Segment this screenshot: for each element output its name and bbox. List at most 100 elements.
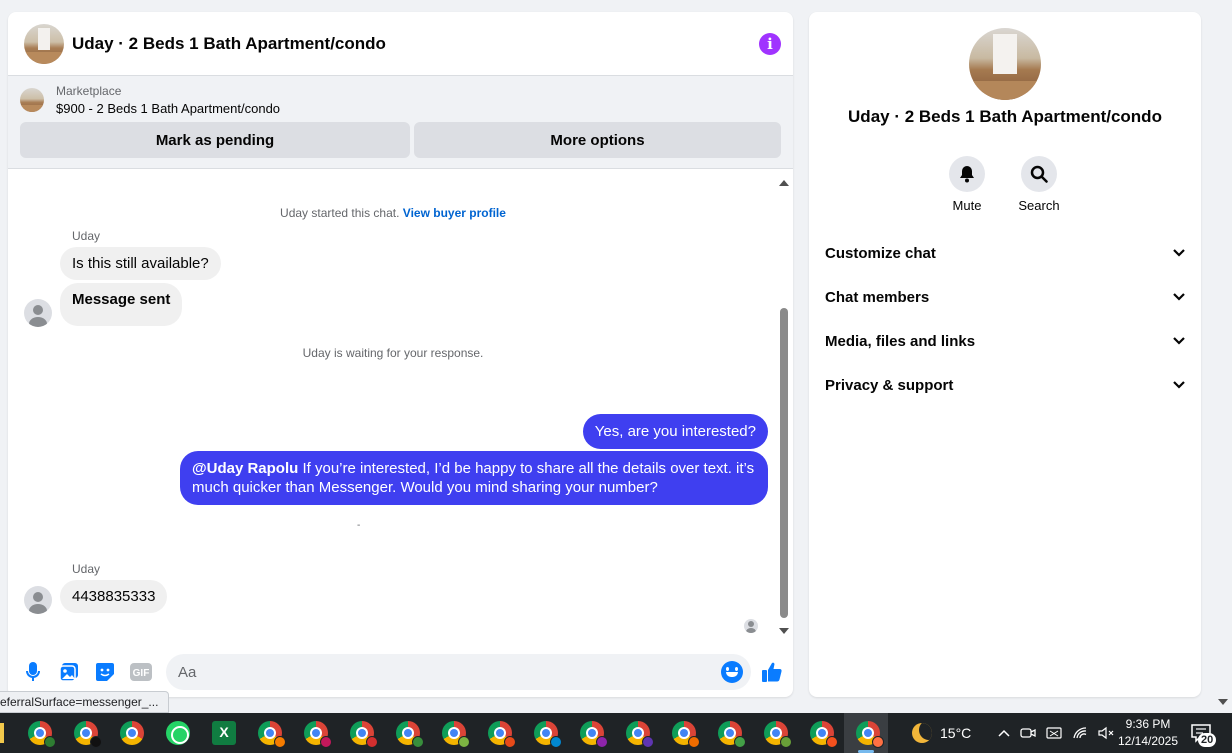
chat-title: Uday · 2 Beds 1 Bath Apartment/condo	[72, 33, 386, 53]
chat-started-notice: Uday started this chat. View buyer profi…	[8, 206, 778, 220]
chrome-icon[interactable]	[580, 721, 608, 748]
chrome-icon[interactable]	[442, 721, 470, 748]
composer: GIF Aa	[8, 647, 793, 697]
chrome-icon[interactable]	[764, 721, 792, 748]
chrome-icon[interactable]	[258, 721, 286, 748]
scroll-down-arrow[interactable]	[779, 628, 789, 634]
section-customize-chat[interactable]: Customize chat	[825, 231, 1185, 275]
profile-badge-icon	[780, 736, 792, 748]
sender-avatar[interactable]	[24, 586, 52, 614]
chrome-icon[interactable]	[350, 721, 378, 748]
search-button[interactable]: Search	[1003, 156, 1075, 213]
profile-badge-icon	[734, 736, 746, 748]
message-scrollbar[interactable]	[777, 176, 789, 634]
sender-avatar[interactable]	[24, 299, 52, 327]
section-chat-members[interactable]: Chat members	[825, 275, 1185, 319]
sticker-icon[interactable]	[94, 661, 116, 683]
chrome-icon[interactable]	[626, 721, 654, 748]
chrome-icon[interactable]	[396, 721, 424, 748]
chrome-icon[interactable]	[120, 721, 144, 745]
listing-avatar-large	[969, 28, 1041, 100]
chrome-icon[interactable]	[488, 721, 516, 748]
chrome-icon[interactable]	[28, 721, 56, 748]
message-list: Uday started this chat. View buyer profi…	[8, 176, 778, 646]
info-title: Uday · 2 Beds 1 Bath Apartment/condo	[848, 107, 1162, 126]
emoji-icon[interactable]	[721, 661, 743, 683]
outgoing-message[interactable]: Yes, are you interested?	[582, 414, 768, 449]
chat-header: Uday · 2 Beds 1 Bath Apartment/condo i	[8, 12, 793, 76]
temperature: 15°C	[940, 725, 972, 741]
chrome-icon[interactable]	[810, 721, 838, 748]
mute-label: Mute	[952, 198, 982, 213]
typing-separator: -	[357, 520, 361, 531]
waiting-notice: Uday is waiting for your response.	[302, 346, 484, 360]
section-label: Customize chat	[825, 244, 936, 262]
incoming-message[interactable]: 4438835333	[60, 580, 168, 613]
sender-name: Uday	[72, 229, 101, 243]
status-url-tooltip: eferralSurface=messenger_...	[0, 691, 170, 713]
clock[interactable]: 9:36 PM 12/14/2025	[1112, 716, 1184, 750]
seen-indicator-avatar	[744, 619, 758, 633]
search-label: Search	[1018, 198, 1060, 213]
windows-taskbar: X 15°C 9:36 PM 12/14/2025 20	[0, 713, 1232, 753]
scroll-up-arrow[interactable]	[779, 180, 789, 186]
gif-icon[interactable]: GIF	[130, 661, 152, 683]
profile-badge-icon	[688, 736, 700, 748]
chevron-up-icon[interactable]	[998, 729, 1010, 737]
chrome-icon[interactable]	[672, 721, 700, 748]
profile-badge-icon	[274, 736, 286, 748]
profile-badge-icon	[90, 736, 102, 748]
incoming-message[interactable]: Is this still available?	[60, 247, 221, 280]
search-icon	[1021, 156, 1057, 192]
weather-widget[interactable]: 15°C	[912, 713, 971, 753]
chevron-down-icon	[1173, 337, 1185, 345]
view-buyer-profile-link[interactable]: View buyer profile	[403, 206, 506, 220]
time: 9:36 PM	[1125, 717, 1171, 731]
profile-badge-icon	[826, 736, 838, 748]
date: 12/14/2025	[1117, 734, 1179, 748]
language-icon[interactable]	[1046, 726, 1062, 740]
moon-icon	[912, 723, 932, 743]
chrome-icon[interactable]	[304, 721, 332, 748]
chat-panel: Uday · 2 Beds 1 Bath Apartment/condo i M…	[8, 12, 793, 697]
chevron-down-icon	[1173, 249, 1185, 257]
more-options-button[interactable]: More options	[414, 122, 781, 158]
notification-count-badge: 20	[1198, 733, 1217, 747]
chrome-icon-active[interactable]	[856, 721, 884, 748]
section-media-files-links[interactable]: Media, files and links	[825, 319, 1185, 363]
listing-avatar[interactable]	[24, 23, 64, 64]
page-scroll-down-arrow[interactable]	[1218, 699, 1228, 705]
microphone-icon[interactable]	[22, 661, 44, 683]
chrome-icon[interactable]	[534, 721, 562, 748]
message-input[interactable]: Aa	[166, 654, 751, 690]
profile-badge-icon	[550, 736, 562, 748]
chrome-icon[interactable]	[74, 721, 102, 748]
section-label: Privacy & support	[825, 376, 954, 394]
start-strip[interactable]	[0, 723, 4, 743]
profile-badge-icon	[596, 736, 608, 748]
incoming-message[interactable]: Message sent	[60, 283, 183, 326]
thumbs-up-icon[interactable]	[761, 661, 783, 683]
mute-button[interactable]: Mute	[931, 156, 1003, 213]
photo-icon[interactable]	[58, 661, 80, 683]
profile-badge-icon	[44, 736, 56, 748]
listing-thumbnail	[20, 88, 44, 112]
mark-as-pending-button[interactable]: Mark as pending	[20, 122, 410, 158]
section-privacy-support[interactable]: Privacy & support	[825, 363, 1185, 407]
scroll-thumb[interactable]	[780, 308, 788, 618]
whatsapp-icon[interactable]	[166, 721, 190, 745]
outgoing-message[interactable]: @Uday Rapolu If you’re interested, I’d b…	[180, 451, 768, 505]
chevron-down-icon	[1173, 381, 1185, 389]
chrome-icon[interactable]	[718, 721, 746, 748]
wifi-icon[interactable]	[1072, 726, 1088, 740]
section-label: Chat members	[825, 288, 930, 306]
excel-icon[interactable]: X	[212, 721, 236, 745]
listing-bar: Marketplace $900 - 2 Beds 1 Bath Apartme…	[8, 76, 793, 169]
bell-icon	[949, 156, 985, 192]
profile-badge-icon	[458, 736, 470, 748]
mention-link[interactable]: @Uday Rapolu	[192, 460, 298, 477]
listing-summary[interactable]: Marketplace $900 - 2 Beds 1 Bath Apartme…	[20, 84, 781, 116]
meet-now-icon[interactable]	[1020, 726, 1036, 740]
listing-label: Marketplace	[56, 84, 122, 98]
info-icon[interactable]: i	[759, 32, 781, 55]
